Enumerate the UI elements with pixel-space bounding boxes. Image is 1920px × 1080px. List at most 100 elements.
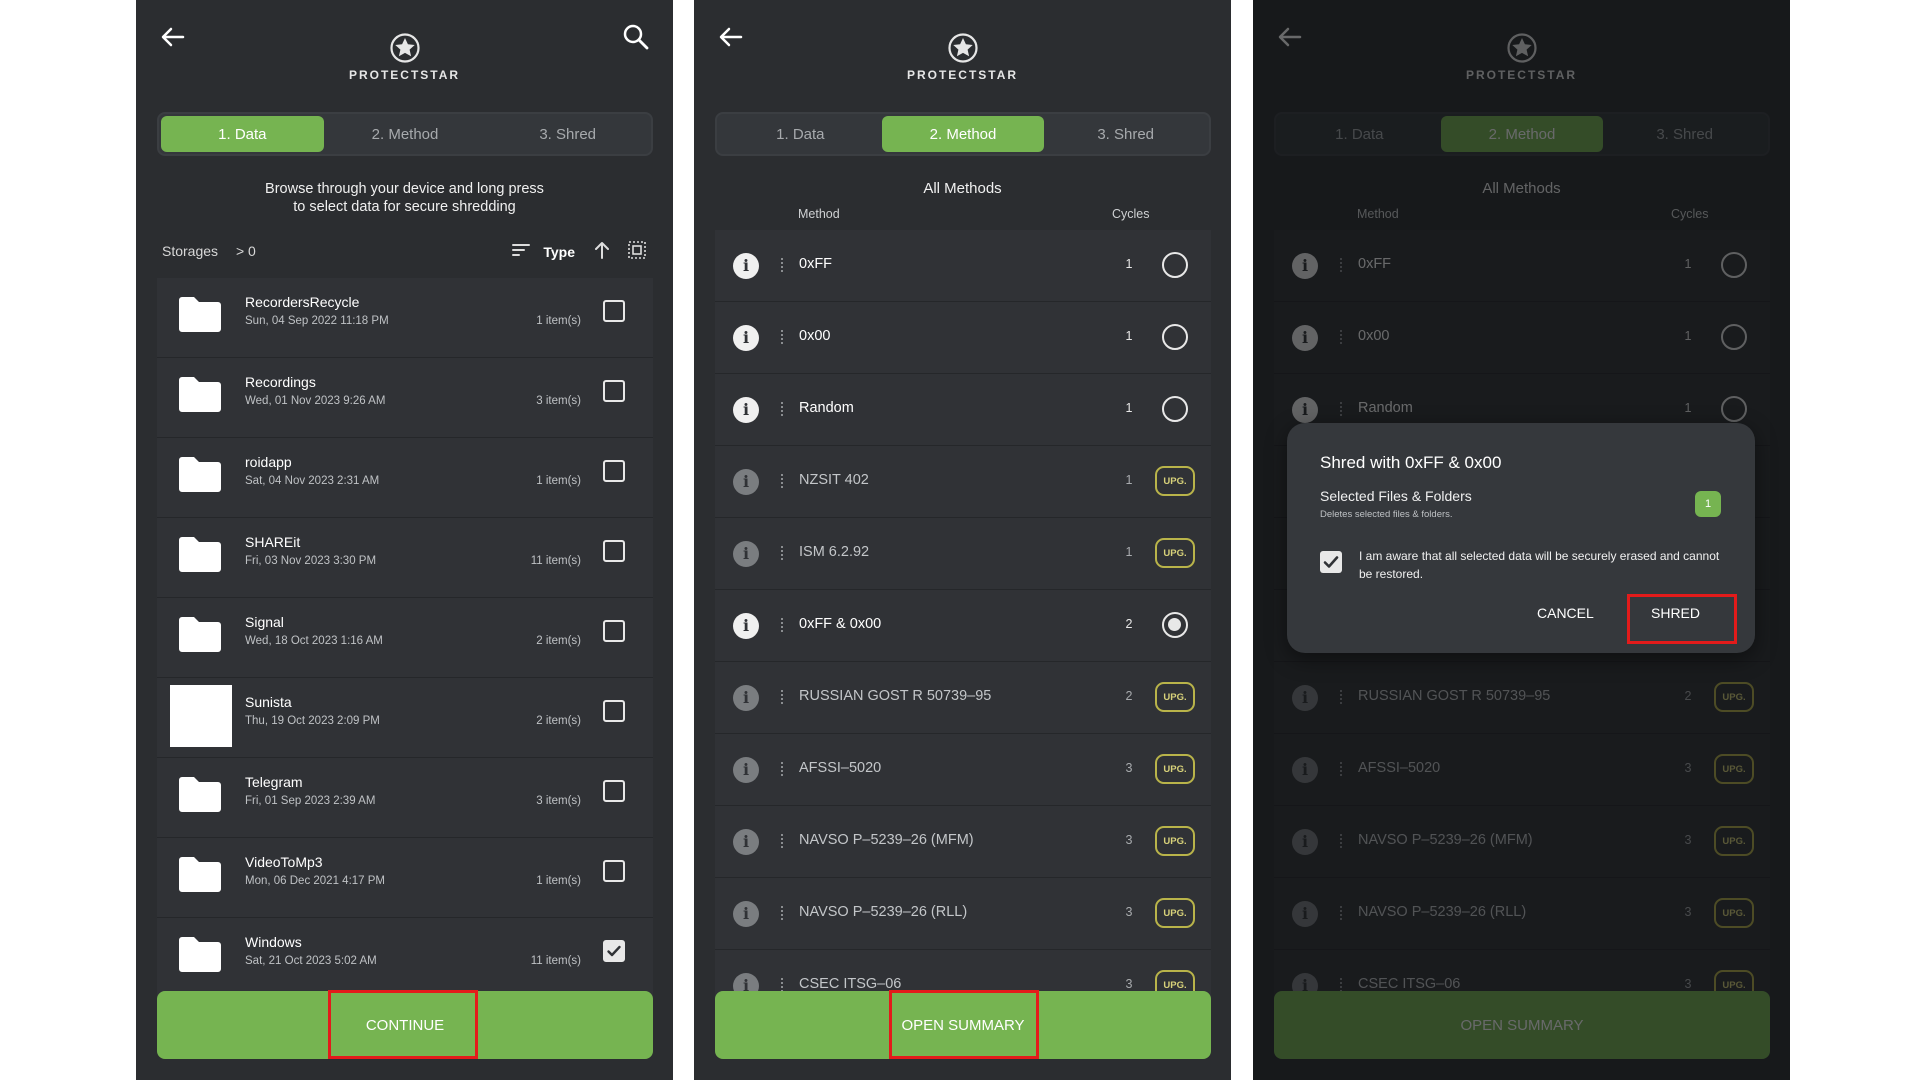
method-cycles: 3 bbox=[1125, 905, 1133, 919]
column-method: Method bbox=[798, 207, 840, 221]
method-row[interactable]: i NAVSO P–5239–26 (RLL) 3 UPG. bbox=[715, 878, 1211, 950]
folder-thumb bbox=[177, 614, 223, 659]
select-all-icon[interactable] bbox=[627, 240, 647, 263]
upgrade-badge[interactable]: UPG. bbox=[1155, 754, 1195, 784]
list-item[interactable]: Sunista Thu, 19 Oct 2023 2:09 PM 2 item(s) bbox=[157, 678, 653, 758]
method-row[interactable]: i NAVSO P–5239–26 (MFM) 3 UPG. bbox=[715, 806, 1211, 878]
upgrade-badge[interactable]: UPG. bbox=[1155, 682, 1195, 712]
method-row[interactable]: i Random 1 bbox=[715, 374, 1211, 446]
drag-handle-icon bbox=[781, 834, 787, 848]
method-row[interactable]: i 0x00 1 bbox=[715, 302, 1211, 374]
storages-link[interactable]: Storages bbox=[162, 243, 218, 259]
method-row[interactable]: i RUSSIAN GOST R 50739–95 2 UPG. bbox=[715, 662, 1211, 734]
screen-choose-method: PROTECTSTAR 1. Data 2. Method 3. Shred A… bbox=[694, 0, 1231, 1080]
method-cycles: 3 bbox=[1125, 833, 1133, 847]
select-checkbox[interactable] bbox=[603, 780, 625, 802]
item-count: 3 item(s) bbox=[536, 395, 581, 407]
method-cycles: 1 bbox=[1125, 545, 1133, 559]
list-item[interactable]: Signal Wed, 18 Oct 2023 1:16 AM 2 item(s) bbox=[157, 598, 653, 678]
upgrade-badge[interactable]: UPG. bbox=[1155, 826, 1195, 856]
method-name: Random bbox=[799, 400, 854, 416]
item-count: 1 item(s) bbox=[536, 475, 581, 487]
info-icon[interactable]: i bbox=[733, 613, 759, 639]
folder-icon bbox=[179, 537, 221, 572]
info-icon[interactable]: i bbox=[733, 253, 759, 279]
file-date: Sat, 21 Oct 2023 5:02 AM bbox=[245, 955, 377, 967]
select-checkbox[interactable] bbox=[603, 300, 625, 322]
brand-name: PROTECTSTAR bbox=[906, 68, 1019, 82]
list-item[interactable]: RecordersRecycle Sun, 04 Sep 2022 11:18 P… bbox=[157, 278, 653, 358]
dialog-title: Shred with 0xFF & 0x00 bbox=[1320, 453, 1502, 472]
tab-data[interactable]: 1. Data bbox=[719, 116, 882, 152]
folder-thumb bbox=[177, 774, 223, 819]
method-name: 0xFF bbox=[799, 256, 833, 272]
method-radio[interactable] bbox=[1162, 612, 1188, 638]
file-name: Recordings bbox=[245, 374, 316, 390]
method-radio[interactable] bbox=[1162, 252, 1188, 278]
info-icon[interactable]: i bbox=[733, 685, 759, 711]
method-row[interactable]: i ISM 6.2.92 1 UPG. bbox=[715, 518, 1211, 590]
select-checkbox[interactable] bbox=[603, 460, 625, 482]
hint-line-1: Browse through your device and long pres… bbox=[265, 181, 544, 197]
upgrade-badge[interactable]: UPG. bbox=[1155, 466, 1195, 496]
select-checkbox[interactable] bbox=[603, 380, 625, 402]
item-count: 1 item(s) bbox=[536, 875, 581, 887]
method-row[interactable]: i 0xFF & 0x00 2 bbox=[715, 590, 1211, 662]
folder-thumb bbox=[177, 374, 223, 419]
list-item[interactable]: roidapp Sat, 04 Nov 2023 2:31 AM 1 item(s) bbox=[157, 438, 653, 518]
select-checkbox[interactable] bbox=[603, 860, 625, 882]
info-icon[interactable]: i bbox=[733, 901, 759, 927]
info-icon[interactable]: i bbox=[733, 757, 759, 783]
method-name: NAVSO P–5239–26 (MFM) bbox=[799, 832, 974, 848]
breadcrumb-path[interactable]: > 0 bbox=[236, 243, 256, 259]
tab-shred[interactable]: 3. Shred bbox=[486, 116, 649, 152]
file-name: Telegram bbox=[245, 774, 303, 790]
list-item[interactable]: Windows Sat, 21 Oct 2023 5:02 AM 11 item(s… bbox=[157, 918, 653, 998]
upgrade-badge[interactable]: UPG. bbox=[1155, 898, 1195, 928]
select-checkbox[interactable] bbox=[603, 940, 625, 962]
star-logo-icon bbox=[947, 33, 978, 63]
sort-lines-icon[interactable] bbox=[511, 242, 531, 261]
item-count: 11 item(s) bbox=[530, 555, 581, 567]
tab-shred[interactable]: 3. Shred bbox=[1044, 116, 1207, 152]
method-name: 0x00 bbox=[799, 328, 831, 344]
file-date: Wed, 01 Nov 2023 9:26 AM bbox=[245, 395, 386, 407]
tab-method[interactable]: 2. Method bbox=[881, 116, 1045, 152]
file-date: Fri, 03 Nov 2023 3:30 PM bbox=[245, 555, 377, 567]
select-checkbox[interactable] bbox=[603, 540, 625, 562]
info-icon[interactable]: i bbox=[733, 829, 759, 855]
list-item[interactable]: Recordings Wed, 01 Nov 2023 9:26 AM 3 item… bbox=[157, 358, 653, 438]
folder-icon bbox=[179, 617, 221, 652]
brand-name: PROTECTSTAR bbox=[348, 68, 461, 82]
info-icon[interactable]: i bbox=[733, 325, 759, 351]
list-item[interactable]: Telegram Fri, 01 Sep 2023 2:39 AM 3 item(s… bbox=[157, 758, 653, 838]
select-checkbox[interactable] bbox=[603, 700, 625, 722]
sort-type-label[interactable]: Type bbox=[543, 244, 575, 260]
folder-icon bbox=[179, 857, 221, 892]
select-checkbox[interactable] bbox=[603, 620, 625, 642]
drag-handle-icon bbox=[781, 258, 787, 272]
drag-handle-icon bbox=[781, 330, 787, 344]
list-item[interactable]: VideoToMp3 Mon, 06 Dec 2021 4:17 PM 1 item… bbox=[157, 838, 653, 918]
method-row[interactable]: i 0xFF 1 bbox=[715, 230, 1211, 302]
tab-data[interactable]: 1. Data bbox=[161, 116, 324, 152]
sort-ascending-icon[interactable] bbox=[593, 240, 611, 263]
drag-handle-icon bbox=[781, 690, 787, 704]
tab-method[interactable]: 2. Method bbox=[324, 116, 487, 152]
method-name: AFSSI–5020 bbox=[799, 760, 882, 776]
info-icon[interactable]: i bbox=[733, 397, 759, 423]
drag-handle-icon bbox=[781, 402, 787, 416]
method-cycles: 1 bbox=[1125, 473, 1133, 487]
upgrade-badge[interactable]: UPG. bbox=[1155, 538, 1195, 568]
method-radio[interactable] bbox=[1162, 324, 1188, 350]
acknowledge-checkbox[interactable] bbox=[1320, 551, 1342, 573]
cancel-button[interactable]: CANCEL bbox=[1537, 605, 1594, 621]
file-toolbar: Storages > 0 Type bbox=[162, 240, 647, 264]
info-icon[interactable]: i bbox=[733, 541, 759, 567]
method-radio[interactable] bbox=[1162, 396, 1188, 422]
method-row[interactable]: i NZSIT 402 1 UPG. bbox=[715, 446, 1211, 518]
list-item[interactable]: SHAREit Fri, 03 Nov 2023 3:30 PM 11 item(s… bbox=[157, 518, 653, 598]
method-cycles: 2 bbox=[1125, 617, 1133, 631]
method-row[interactable]: i AFSSI–5020 3 UPG. bbox=[715, 734, 1211, 806]
info-icon[interactable]: i bbox=[733, 469, 759, 495]
